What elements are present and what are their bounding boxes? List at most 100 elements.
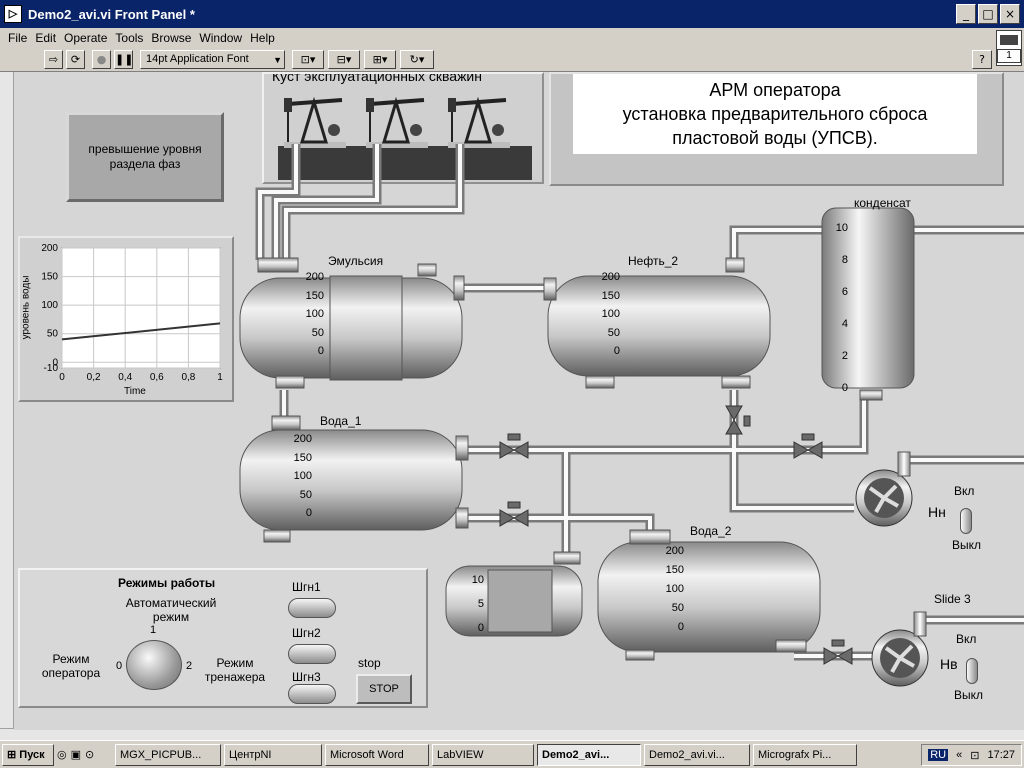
tick-label: 0 xyxy=(613,345,620,357)
title-line-2: установка предварительного сброса xyxy=(622,104,928,124)
water2-tank xyxy=(597,529,821,661)
title-line-3: пластовой воды (УПСВ). xyxy=(672,128,878,148)
menu-window[interactable]: Window xyxy=(199,31,242,45)
taskbar-item-centrni[interactable]: ЦентрNI xyxy=(224,743,322,766)
help-button[interactable]: ? xyxy=(972,50,992,69)
pumpjack-1-icon xyxy=(284,96,346,148)
menu-tools[interactable]: Tools xyxy=(115,31,143,45)
font-select[interactable]: 14pt Application Font ▼ xyxy=(140,50,285,69)
water1-tank-scale: 200 150 100 50 0 xyxy=(290,430,312,523)
tick-label: 8 xyxy=(841,254,848,266)
media-icon[interactable]: ⊙ xyxy=(85,748,94,761)
tick-label: 10 xyxy=(471,574,484,586)
pump-nn-off-label: Выкл xyxy=(952,538,982,552)
chart-y-tick-label: -10 xyxy=(44,363,59,374)
well-button-1[interactable] xyxy=(288,598,336,618)
chart-y-tick-label: 50 xyxy=(47,329,59,340)
oil2-tank-scale: 200 150 100 50 0 xyxy=(598,268,620,361)
taskbar-item-mgx[interactable]: MGX_PICPUB... xyxy=(115,743,221,766)
menu-operate[interactable]: Operate xyxy=(64,31,107,45)
start-button[interactable]: ⊞ Пуск xyxy=(2,743,54,766)
run-continuously-icon[interactable]: ⟳ xyxy=(66,50,85,69)
chart-plot: 0 0,2 0,4 0,6 0,8 1200150100500-10 xyxy=(41,243,223,383)
stop-label: stop xyxy=(358,656,381,670)
wells-cluster: Куст эксплуатационных скважин xyxy=(262,72,544,184)
tick-label: 150 xyxy=(305,289,324,302)
pump-nn-toggle[interactable] xyxy=(960,508,972,534)
tick-label: 5 xyxy=(477,598,484,610)
oil2-tank xyxy=(543,257,771,389)
tick-label: 0 xyxy=(841,382,848,394)
tick-label: 10 xyxy=(835,222,848,234)
language-indicator[interactable]: RU xyxy=(928,749,949,761)
run-arrow-icon[interactable]: ⇨ xyxy=(44,50,63,69)
chart-y-tick-label: 100 xyxy=(41,300,58,311)
close-button[interactable]: × xyxy=(1000,4,1020,24)
tray-app-icon[interactable]: ⊡ xyxy=(970,749,979,762)
tick-label: 150 xyxy=(601,289,620,302)
save-icon[interactable]: ▣ xyxy=(71,748,81,761)
chart-plot-area xyxy=(61,247,221,369)
connector-pane-icon: 1 xyxy=(997,49,1021,63)
menu-file[interactable]: File xyxy=(8,31,27,45)
pump-nv-off-label: Выкл xyxy=(954,688,984,702)
water-level-chart: 0 0,2 0,4 0,6 0,8 1 200 150 100 50 0 -10 уровень во… xyxy=(18,236,234,402)
taskbar-item-labview[interactable]: LabVIEW xyxy=(432,743,534,766)
well-button-2[interactable] xyxy=(288,644,336,664)
trainer-mode-value: 2 xyxy=(186,660,193,672)
windows-logo-icon: ⊞ xyxy=(7,748,20,761)
small-tank-scale: 10 5 0 xyxy=(468,568,484,640)
window-title: Demo2_avi.vi Front Panel * xyxy=(28,6,195,22)
emulsion-tank-scale: 200 150 100 50 0 xyxy=(302,268,324,361)
taskbar-item-micrografx[interactable]: Micrografx Pi... xyxy=(753,743,857,766)
tick-label: 50 xyxy=(671,602,684,614)
reorder-icon[interactable]: ↻▾ xyxy=(400,50,434,69)
taskbar-item-demo2-diagram[interactable]: Demo2_avi.vi... xyxy=(644,743,750,766)
tick-label: 50 xyxy=(311,326,324,339)
taskbar-item-demo2-panel[interactable]: Demo2_avi... xyxy=(537,743,641,766)
modes-title: Режимы работы xyxy=(118,576,216,590)
minimize-button[interactable]: _ xyxy=(956,4,976,24)
pump-nv-toggle[interactable] xyxy=(966,658,978,684)
stop-button[interactable]: STOP xyxy=(356,674,412,704)
small-tank xyxy=(445,551,583,637)
abort-icon[interactable]: ● xyxy=(92,50,111,69)
taskbar-item-word[interactable]: Microsoft Word xyxy=(325,743,429,766)
tray-chevron-icon[interactable]: « xyxy=(956,749,962,761)
vi-icon[interactable]: 1 xyxy=(996,30,1022,66)
chart-x-tick-label: 1 xyxy=(217,372,223,383)
oil2-tank-label: Нефть_2 xyxy=(628,254,679,268)
tick-label: 200 xyxy=(601,271,620,283)
menu-browse[interactable]: Browse xyxy=(151,31,191,45)
vertical-scrollbar[interactable] xyxy=(0,72,14,730)
phase-level-alarm-button[interactable]: превышение уровня раздела фаз xyxy=(66,112,224,202)
mode-selector-knob[interactable] xyxy=(126,640,182,690)
chart-x-tick-label: 0,6 xyxy=(150,372,164,383)
water2-tank-label: Вода_2 xyxy=(690,524,732,538)
browser-icon[interactable]: ◎ xyxy=(57,748,67,761)
distribute-objects-icon[interactable]: ⊟▾ xyxy=(328,50,360,69)
tick-label: 2 xyxy=(841,350,848,362)
menu-help[interactable]: Help xyxy=(250,31,275,45)
align-objects-icon[interactable]: ⊡▾ xyxy=(292,50,324,69)
vi-icon-graphic xyxy=(1000,35,1018,45)
menu-edit[interactable]: Edit xyxy=(35,31,56,45)
resize-objects-icon[interactable]: ⊞▾ xyxy=(364,50,396,69)
chart-x-tick-label: 0 xyxy=(59,372,65,383)
title-box: АРМ оператора установка предварительного… xyxy=(573,74,977,154)
pause-icon[interactable]: ❚❚ xyxy=(114,50,133,69)
maximize-button[interactable]: □ xyxy=(978,4,998,24)
well-button-3-label: Шгн3 xyxy=(292,670,321,684)
well-button-3[interactable] xyxy=(288,684,336,704)
tick-label: 4 xyxy=(841,318,848,330)
pumpjack-2-icon xyxy=(366,96,428,148)
well-button-2-label: Шгн2 xyxy=(292,626,321,640)
start-label: Пуск xyxy=(19,748,45,761)
tick-label: 6 xyxy=(841,286,848,298)
tick-label: 0 xyxy=(305,507,312,519)
tick-label: 50 xyxy=(299,488,312,501)
chart-ylabel: уровень воды xyxy=(20,275,32,340)
title-line-1: АРМ оператора xyxy=(709,80,841,100)
tick-label: 200 xyxy=(293,433,312,445)
menu-bar: File Edit Operate Tools Browse Window He… xyxy=(0,28,1024,47)
